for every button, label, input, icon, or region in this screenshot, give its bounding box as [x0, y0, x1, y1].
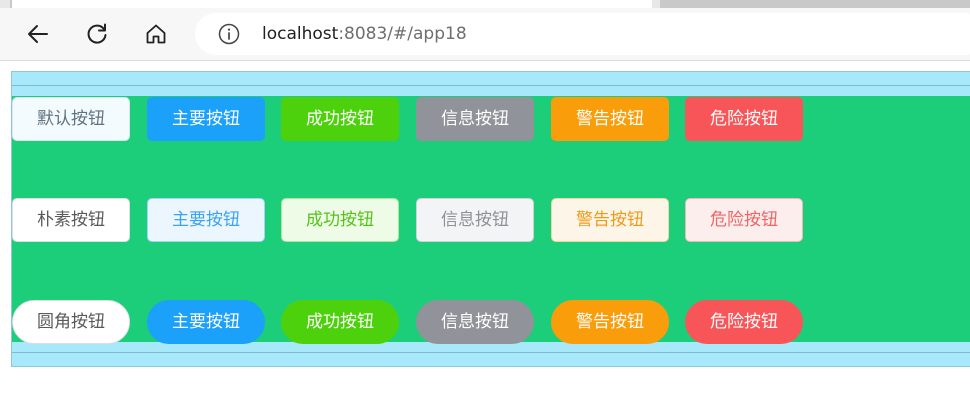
plain-info-button[interactable]: 信息按钮 [416, 198, 534, 242]
info-button[interactable]: 信息按钮 [416, 97, 534, 141]
round-success-button[interactable]: 成功按钮 [281, 300, 399, 344]
success-button[interactable]: 成功按钮 [281, 97, 399, 141]
info-icon[interactable] [218, 23, 240, 45]
back-arrow-icon [28, 25, 48, 43]
app-frame: 默认按钮 主要按钮 成功按钮 信息按钮 警告按钮 危险按钮 朴素按钮 主要按钮 成功按钮 信息按钮… [11, 71, 970, 367]
round-warning-button[interactable]: 警告按钮 [551, 300, 669, 344]
danger-button[interactable]: 危险按钮 [685, 97, 803, 141]
reload-button[interactable] [77, 14, 117, 54]
plain-primary-button[interactable]: 主要按钮 [147, 198, 265, 242]
browser-toolbar: localhost:8083/#/app18 [0, 8, 970, 61]
frame-divider-bottom [12, 352, 970, 353]
round-primary-button[interactable]: 主要按钮 [147, 300, 265, 344]
round-info-button[interactable]: 信息按钮 [416, 300, 534, 344]
button-panel: 默认按钮 主要按钮 成功按钮 信息按钮 警告按钮 危险按钮 朴素按钮 主要按钮 成功按钮 信息按钮… [12, 96, 970, 344]
inactive-tab[interactable] [660, 0, 970, 8]
home-icon [146, 24, 166, 44]
warning-button[interactable]: 警告按钮 [551, 97, 669, 141]
url-host: localhost [262, 24, 339, 44]
round-button[interactable]: 圆角按钮 [12, 300, 130, 344]
plain-button[interactable]: 朴素按钮 [12, 198, 130, 242]
frame-divider-top [12, 85, 970, 86]
address-bar[interactable]: localhost:8083/#/app18 [195, 13, 970, 55]
plain-warning-button[interactable]: 警告按钮 [551, 198, 669, 242]
url-text[interactable]: localhost:8083/#/app18 [262, 24, 467, 44]
default-button[interactable]: 默认按钮 [12, 97, 130, 141]
url-path: :8083/#/app18 [338, 24, 467, 44]
home-button[interactable] [136, 14, 176, 54]
back-button[interactable] [18, 14, 58, 54]
round-danger-button[interactable]: 危险按钮 [685, 300, 803, 344]
active-tab[interactable] [10, 0, 652, 8]
plain-danger-button[interactable]: 危险按钮 [685, 198, 803, 242]
tab-strip [0, 0, 970, 8]
plain-success-button[interactable]: 成功按钮 [281, 198, 399, 242]
primary-button[interactable]: 主要按钮 [147, 97, 265, 141]
reload-icon [87, 23, 107, 44]
